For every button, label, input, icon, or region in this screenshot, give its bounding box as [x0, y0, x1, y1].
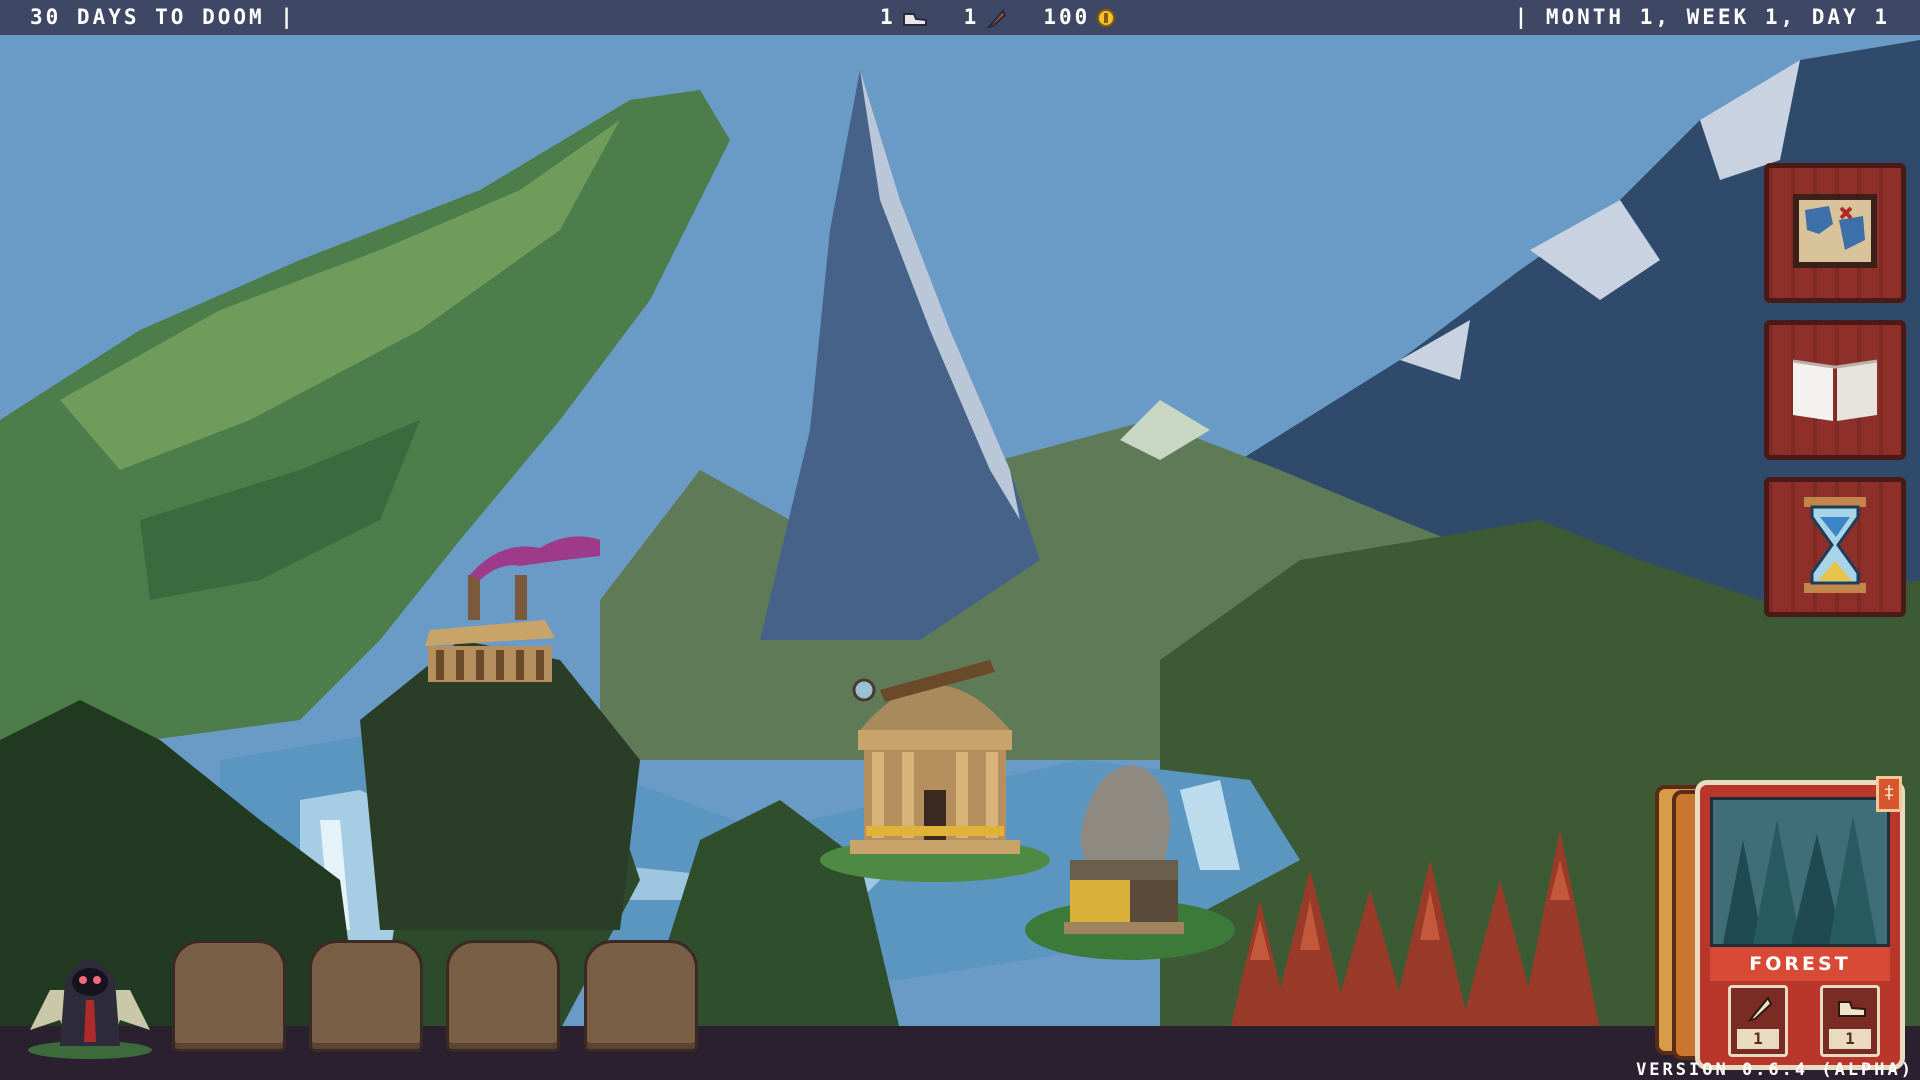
hooded-figure-icon	[28, 960, 152, 1059]
coin-icon	[1096, 8, 1116, 28]
hourglass-icon	[1800, 495, 1870, 599]
inventory-slot-3[interactable]	[446, 940, 560, 1052]
book-icon	[1787, 347, 1883, 433]
shoe-icon	[1836, 994, 1868, 1024]
card-stat-shoe-value: 1	[1829, 1029, 1871, 1049]
bottom-bar	[0, 1026, 1920, 1080]
feather-icon	[985, 7, 1007, 29]
resource-bar: 1 1 100	[880, 0, 1116, 35]
card-stat-feather: 1	[1728, 985, 1788, 1057]
card-tier-badge-icon: ‡	[1876, 776, 1902, 812]
map-icon	[1789, 190, 1881, 276]
resource-shoes-value: 1	[880, 5, 896, 29]
world-scene	[0, 35, 1920, 1045]
player-avatar[interactable]	[20, 930, 160, 1060]
resource-feather-value: 1	[963, 5, 980, 29]
inventory-slot-4[interactable]	[584, 940, 698, 1052]
inventory-slot-2[interactable]	[309, 940, 423, 1052]
card-stat-feather-value: 1	[1737, 1029, 1779, 1049]
calendar-date: | MONTH 1, WEEK 1, DAY 1	[1514, 5, 1890, 29]
shoe-icon	[902, 8, 928, 28]
doom-countdown: 30 DAYS TO DOOM |	[30, 5, 296, 29]
resource-coins: 100	[1043, 0, 1116, 35]
card-title: FOREST	[1710, 947, 1890, 981]
end-day-button[interactable]	[1764, 477, 1906, 617]
landscape	[0, 35, 1920, 1045]
version-label: VERSION 0.6.4 (ALPHA)	[1636, 1060, 1914, 1080]
resource-feather: 1	[964, 0, 1008, 35]
inventory-slot-1[interactable]	[172, 940, 286, 1052]
resource-coins-value: 100	[1043, 5, 1091, 29]
journal-button[interactable]	[1764, 320, 1906, 460]
map-button[interactable]	[1764, 163, 1906, 303]
forest-card-art	[1710, 797, 1890, 947]
location-card[interactable]: FOREST 1 1	[1695, 780, 1905, 1070]
resource-shoes: 1	[880, 0, 928, 35]
card-stat-shoe: 1	[1820, 985, 1880, 1057]
top-hud: 30 DAYS TO DOOM | 1 1 100 | MONTH 1, WEE…	[0, 0, 1920, 35]
feather-icon	[1744, 994, 1774, 1026]
